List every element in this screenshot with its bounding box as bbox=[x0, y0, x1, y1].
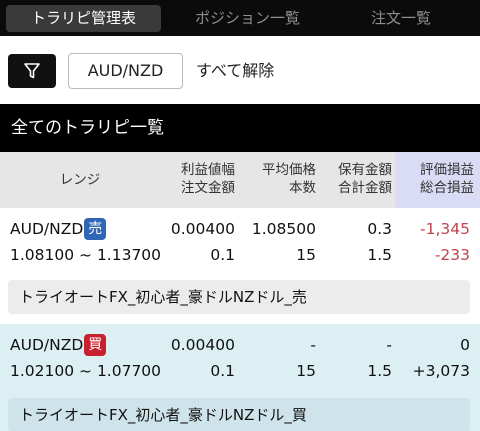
row-line-1: AUD/NZD 売 0.00400 1.08500 0.3 -1,345 bbox=[0, 218, 480, 240]
trap-name[interactable]: トライオートFX_初心者_豪ドルNZドル_買 bbox=[8, 398, 470, 431]
row-line-2: 1.08100 ~ 1.13700 0.1 15 1.5 -233 bbox=[0, 244, 480, 266]
buy-badge: 買 bbox=[84, 334, 107, 356]
table-row[interactable]: AUD/NZD 買 0.00400 - - 0 1.02100 ~ 1.07700… bbox=[0, 324, 480, 431]
unrealized-pl: -1,345 bbox=[420, 220, 470, 238]
count: 15 bbox=[296, 362, 316, 380]
header-range: レンジ bbox=[59, 172, 101, 188]
row-line-1: AUD/NZD 買 0.00400 - - 0 bbox=[0, 334, 480, 356]
currency-pair-filter[interactable]: AUD/NZD bbox=[68, 53, 183, 89]
range-value: 1.08100 ~ 1.13700 bbox=[10, 246, 162, 264]
avg-price: - bbox=[310, 336, 316, 354]
table-row[interactable]: AUD/NZD 売 0.00400 1.08500 0.3 -1,345 1.08… bbox=[0, 208, 480, 324]
range-value: 1.02100 ~ 1.07700 bbox=[10, 362, 162, 380]
pair-label: AUD/NZD 売 bbox=[10, 218, 107, 240]
profit-width: 0.00400 bbox=[170, 336, 235, 354]
total-amount: 1.5 bbox=[367, 246, 392, 264]
section-title: 全てのトラリピ一覧 bbox=[0, 104, 480, 152]
table-header: レンジ 利益値幅 注文金額 平均価格 本数 保有金額 合計金額 評価損益 総合損… bbox=[0, 152, 480, 208]
unrealized-pl: 0 bbox=[460, 336, 470, 354]
order-amount: 0.1 bbox=[210, 246, 235, 264]
total-pl: -233 bbox=[434, 246, 470, 264]
filter-button[interactable] bbox=[8, 54, 56, 88]
tab-positions[interactable]: ポジション一覧 bbox=[170, 0, 325, 36]
avg-price: 1.08500 bbox=[251, 220, 316, 238]
holding-amount: 0.3 bbox=[367, 220, 392, 238]
header-holding-amount: 保有金額 合計金額 bbox=[338, 162, 392, 196]
row-line-2: 1.02100 ~ 1.07700 0.1 15 1.5 +3,073 bbox=[0, 360, 480, 382]
profit-width: 0.00400 bbox=[170, 220, 235, 238]
tab-trap-management[interactable]: トラリピ管理表 bbox=[6, 5, 161, 32]
trap-name[interactable]: トライオートFX_初心者_豪ドルNZドル_売 bbox=[8, 280, 470, 314]
tab-bar: トラリピ管理表 ポジション一覧 注文一覧 bbox=[0, 0, 480, 36]
total-amount: 1.5 bbox=[367, 362, 392, 380]
tab-orders[interactable]: 注文一覧 bbox=[326, 0, 476, 36]
total-pl: +3,073 bbox=[412, 362, 470, 380]
sell-badge: 売 bbox=[84, 218, 107, 240]
header-avg-price: 平均価格 本数 bbox=[262, 162, 316, 196]
header-profit-loss: 評価損益 総合損益 bbox=[395, 152, 480, 208]
clear-all-button[interactable]: すべて解除 bbox=[196, 53, 274, 89]
count: 15 bbox=[296, 246, 316, 264]
header-profit-width: 利益値幅 注文金額 bbox=[181, 162, 235, 196]
filter-bar: AUD/NZD すべて解除 bbox=[0, 36, 480, 104]
filter-icon bbox=[24, 63, 40, 79]
holding-amount: - bbox=[386, 336, 392, 354]
order-amount: 0.1 bbox=[210, 362, 235, 380]
pair-label: AUD/NZD 買 bbox=[10, 334, 107, 356]
